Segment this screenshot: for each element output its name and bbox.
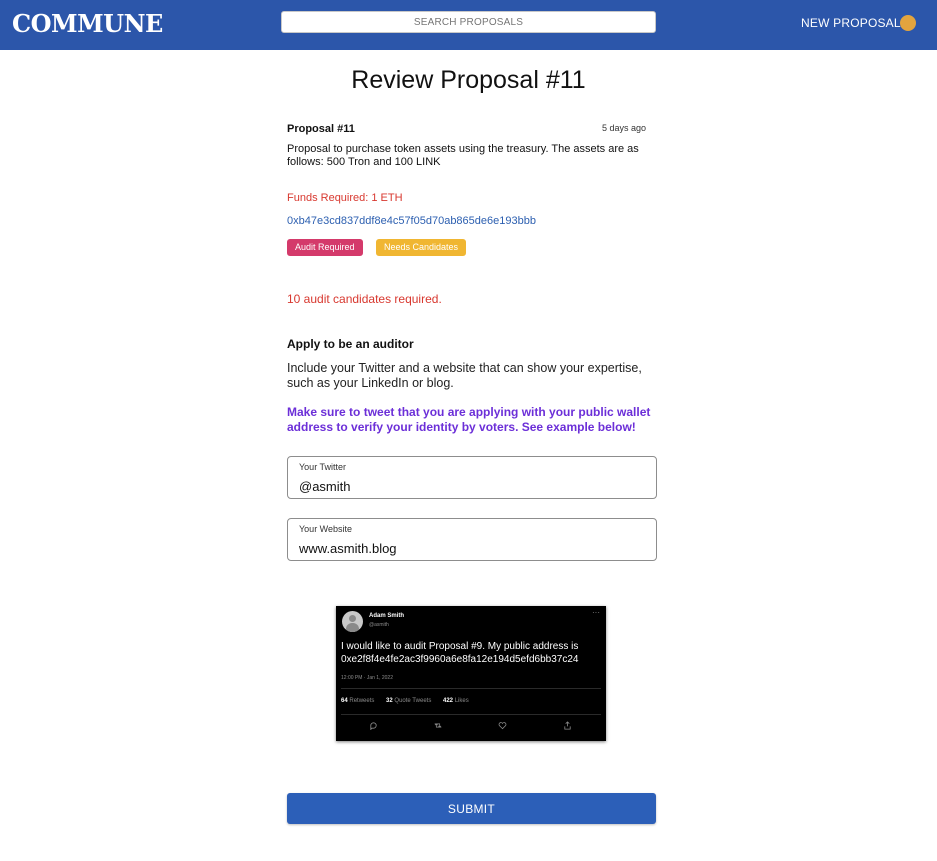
- page-title: Review Proposal #11: [351, 66, 586, 94]
- likes-label: Likes: [454, 698, 469, 704]
- reply-icon: [370, 722, 377, 730]
- candidates-required-text: 10 audit candidates required.: [287, 292, 442, 306]
- proposal-title: Proposal #11: [287, 123, 355, 135]
- apply-description: Include your Twitter and a website that …: [287, 361, 642, 390]
- twitter-field-label: Your Twitter: [299, 462, 347, 472]
- tweet-avatar-icon: [342, 611, 363, 632]
- quotes-label: Quote Tweets: [394, 698, 432, 704]
- more-icon: ···: [592, 608, 600, 617]
- proposal-address-link[interactable]: 0xb47e3cd837ddf8e4c57f05d70ab865de6e193b…: [287, 215, 536, 227]
- app-logo[interactable]: COMMUNE: [12, 9, 163, 38]
- apply-warning: Make sure to tweet that you are applying…: [287, 405, 651, 434]
- twitter-field[interactable]: Your Twitter @asmith: [287, 456, 657, 499]
- retweet-icon: [434, 723, 442, 728]
- tweet-divider: [341, 688, 601, 689]
- audit-required-badge: Audit Required: [287, 239, 363, 256]
- tweet-author-handle: @asmith: [369, 622, 389, 628]
- tweet-author-name: Adam Smith: [369, 613, 405, 619]
- tweet-stats: 64 Retweets 32 Quote Tweets 422 Likes: [341, 698, 479, 704]
- twitter-input[interactable]: @asmith: [299, 479, 351, 494]
- heart-icon: [498, 722, 507, 730]
- retweets-count: 64: [341, 698, 348, 704]
- search-input[interactable]: [281, 11, 656, 33]
- website-field-label: Your Website: [299, 524, 353, 534]
- example-tweet: Adam Smith @asmith ··· I would like to a…: [336, 606, 606, 741]
- proposal-description: Proposal to purchase token assets using …: [287, 143, 639, 168]
- submit-button[interactable]: SUBMIT: [287, 793, 656, 824]
- tweet-text: I would like to audit Proposal #9. My pu…: [341, 641, 579, 665]
- needs-candidates-badge: Needs Candidates: [376, 239, 467, 256]
- retweets-label: Retweets: [349, 698, 375, 704]
- top-nav-bar: COMMUNE NEW PROPOSAL: [0, 0, 937, 50]
- tweet-date: 12:00 PM · Jan 1, 2022: [341, 675, 393, 681]
- proposal-time: 5 days ago: [602, 123, 647, 133]
- new-proposal-link[interactable]: NEW PROPOSAL: [801, 16, 901, 30]
- website-input[interactable]: www.asmith.blog: [299, 541, 397, 556]
- apply-heading: Apply to be an auditor: [287, 337, 414, 351]
- funds-required: Funds Required: 1 ETH: [287, 192, 403, 204]
- website-field[interactable]: Your Website www.asmith.blog: [287, 518, 657, 561]
- likes-count: 422: [443, 698, 454, 704]
- tweet-divider: [341, 714, 601, 715]
- quotes-count: 32: [386, 698, 393, 704]
- user-avatar[interactable]: [900, 15, 916, 31]
- share-icon: [564, 721, 571, 730]
